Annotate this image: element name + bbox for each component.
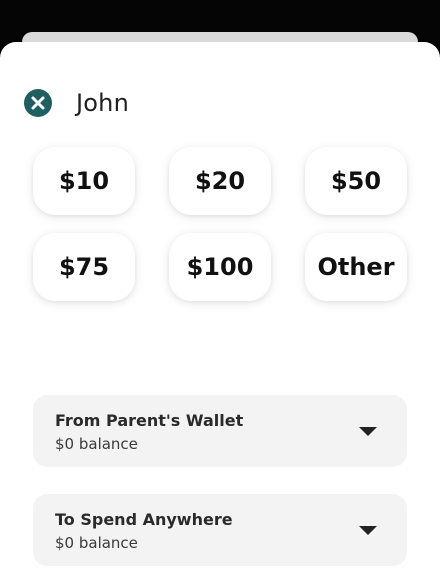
transfer-sheet: John $10 $20 $50 $75 $100 Other From Par… xyxy=(0,42,440,582)
amount-10-button[interactable]: $10 xyxy=(33,147,135,215)
dropdown-caret-icon xyxy=(359,526,377,535)
to-wallet-title: To Spend Anywhere xyxy=(55,510,233,529)
amount-options: $10 $20 $50 $75 $100 Other xyxy=(33,147,407,301)
recipient-header: John xyxy=(22,88,129,118)
amount-75-button[interactable]: $75 xyxy=(33,233,135,301)
amount-other-button[interactable]: Other xyxy=(305,233,407,301)
screen: John $10 $20 $50 $75 $100 Other From Par… xyxy=(0,0,440,582)
to-wallet-select[interactable]: To Spend Anywhere $0 balance xyxy=(33,494,407,566)
amount-50-button[interactable]: $50 xyxy=(305,147,407,215)
close-icon xyxy=(24,89,52,117)
from-wallet-title: From Parent's Wallet xyxy=(55,411,244,430)
close-button[interactable] xyxy=(22,87,54,119)
to-wallet-balance: $0 balance xyxy=(55,534,138,552)
amount-20-button[interactable]: $20 xyxy=(169,147,271,215)
amount-100-button[interactable]: $100 xyxy=(169,233,271,301)
from-wallet-balance: $0 balance xyxy=(55,435,138,453)
dropdown-caret-icon xyxy=(359,427,377,436)
from-wallet-select[interactable]: From Parent's Wallet $0 balance xyxy=(33,395,407,467)
recipient-name: John xyxy=(76,89,129,117)
